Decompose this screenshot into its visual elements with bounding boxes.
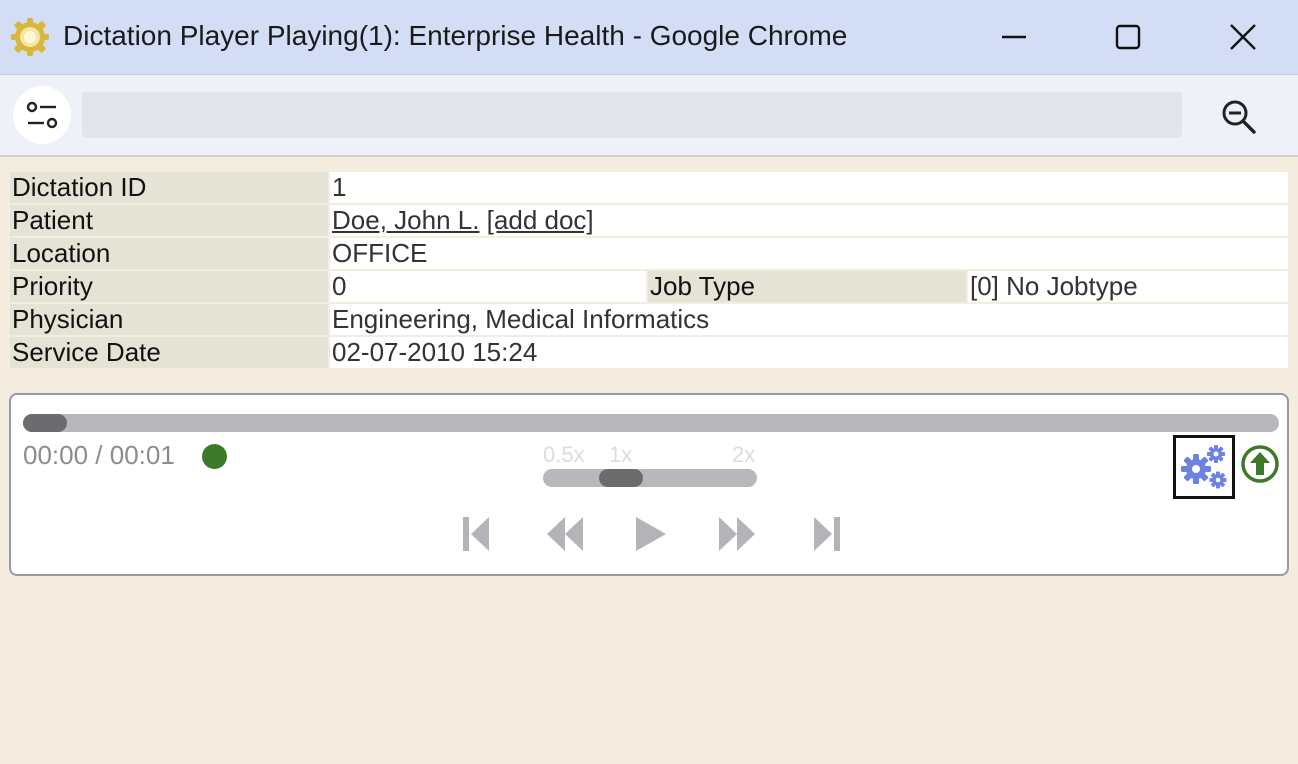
window-titlebar: Dictation Player Playing(1): Enterprise … [0,0,1298,75]
dictation-info-table: Dictation ID 1 Patient Doe, John L. [add… [8,170,1290,370]
skip-to-start-button[interactable] [452,509,502,559]
patient-label: Patient [10,205,328,236]
progress-bar[interactable] [23,414,1279,432]
table-row: Dictation ID 1 [10,172,1288,203]
patient-value: Doe, John L. [add doc] [330,205,1288,236]
site-settings-icon [26,101,58,129]
rewind-button[interactable] [540,509,590,559]
skip-to-start-icon [463,517,489,551]
settings-button[interactable] [1173,435,1235,499]
close-button[interactable] [1185,0,1298,74]
skip-to-end-icon [814,517,840,551]
window-title: Dictation Player Playing(1): Enterprise … [63,20,848,51]
skip-to-end-button[interactable] [801,509,851,559]
job-type-label: Job Type [648,271,966,302]
time-display: 00:00 / 00:01 [23,440,175,470]
play-icon [636,517,666,551]
maximize-icon [1115,24,1140,50]
url-field[interactable] [82,92,1182,138]
close-icon [1229,24,1256,50]
table-row: Location OFFICE [10,238,1288,269]
table-row: Service Date 02-07-2010 15:24 [10,337,1288,368]
zoom-button[interactable] [1215,93,1263,141]
priority-value: 0 [330,271,646,302]
location-label: Location [10,238,328,269]
rewind-icon [547,517,583,551]
gears-icon [1181,445,1227,489]
patient-name-link[interactable]: Doe, John L. [332,205,479,235]
table-row: Physician Engineering, Medical Informati… [10,304,1288,335]
speed-label-double: 2x [732,442,756,467]
upload-button[interactable] [1239,443,1281,485]
fast-forward-button[interactable] [712,509,762,559]
table-row: Priority 0 Job Type [0] No Jobtype [10,271,1288,302]
zoom-out-icon [1222,100,1256,134]
speed-label-normal: 1x [609,442,633,467]
job-type-value: [0] No Jobtype [968,271,1288,302]
play-button[interactable] [625,509,675,559]
minimize-icon [1001,35,1026,39]
priority-label: Priority [10,271,328,302]
speed-slider[interactable] [543,469,757,487]
physician-label: Physician [10,304,328,335]
speed-label-half: 0.5x [543,442,585,467]
add-doc-link[interactable]: [add doc] [487,205,594,235]
dictation-id-value: 1 [330,172,1288,203]
speed-slider-thumb[interactable] [599,469,643,487]
service-date-label: Service Date [10,337,328,368]
upload-arrow-icon [1241,445,1279,483]
physician-value: Engineering, Medical Informatics [330,304,1288,335]
sun-gear-icon [10,17,50,57]
minimize-button[interactable] [956,0,1071,74]
status-indicator [202,444,227,469]
site-settings-button[interactable] [13,86,71,144]
fast-forward-icon [719,517,755,551]
maximize-button[interactable] [1070,0,1185,74]
table-row: Patient Doe, John L. [add doc] [10,205,1288,236]
location-value: OFFICE [330,238,1288,269]
service-date-value: 02-07-2010 15:24 [330,337,1288,368]
progress-fill [23,414,67,432]
dictation-id-label: Dictation ID [10,172,328,203]
dictation-player: 00:00 / 00:01 0.5x 1x 2x [9,393,1289,576]
